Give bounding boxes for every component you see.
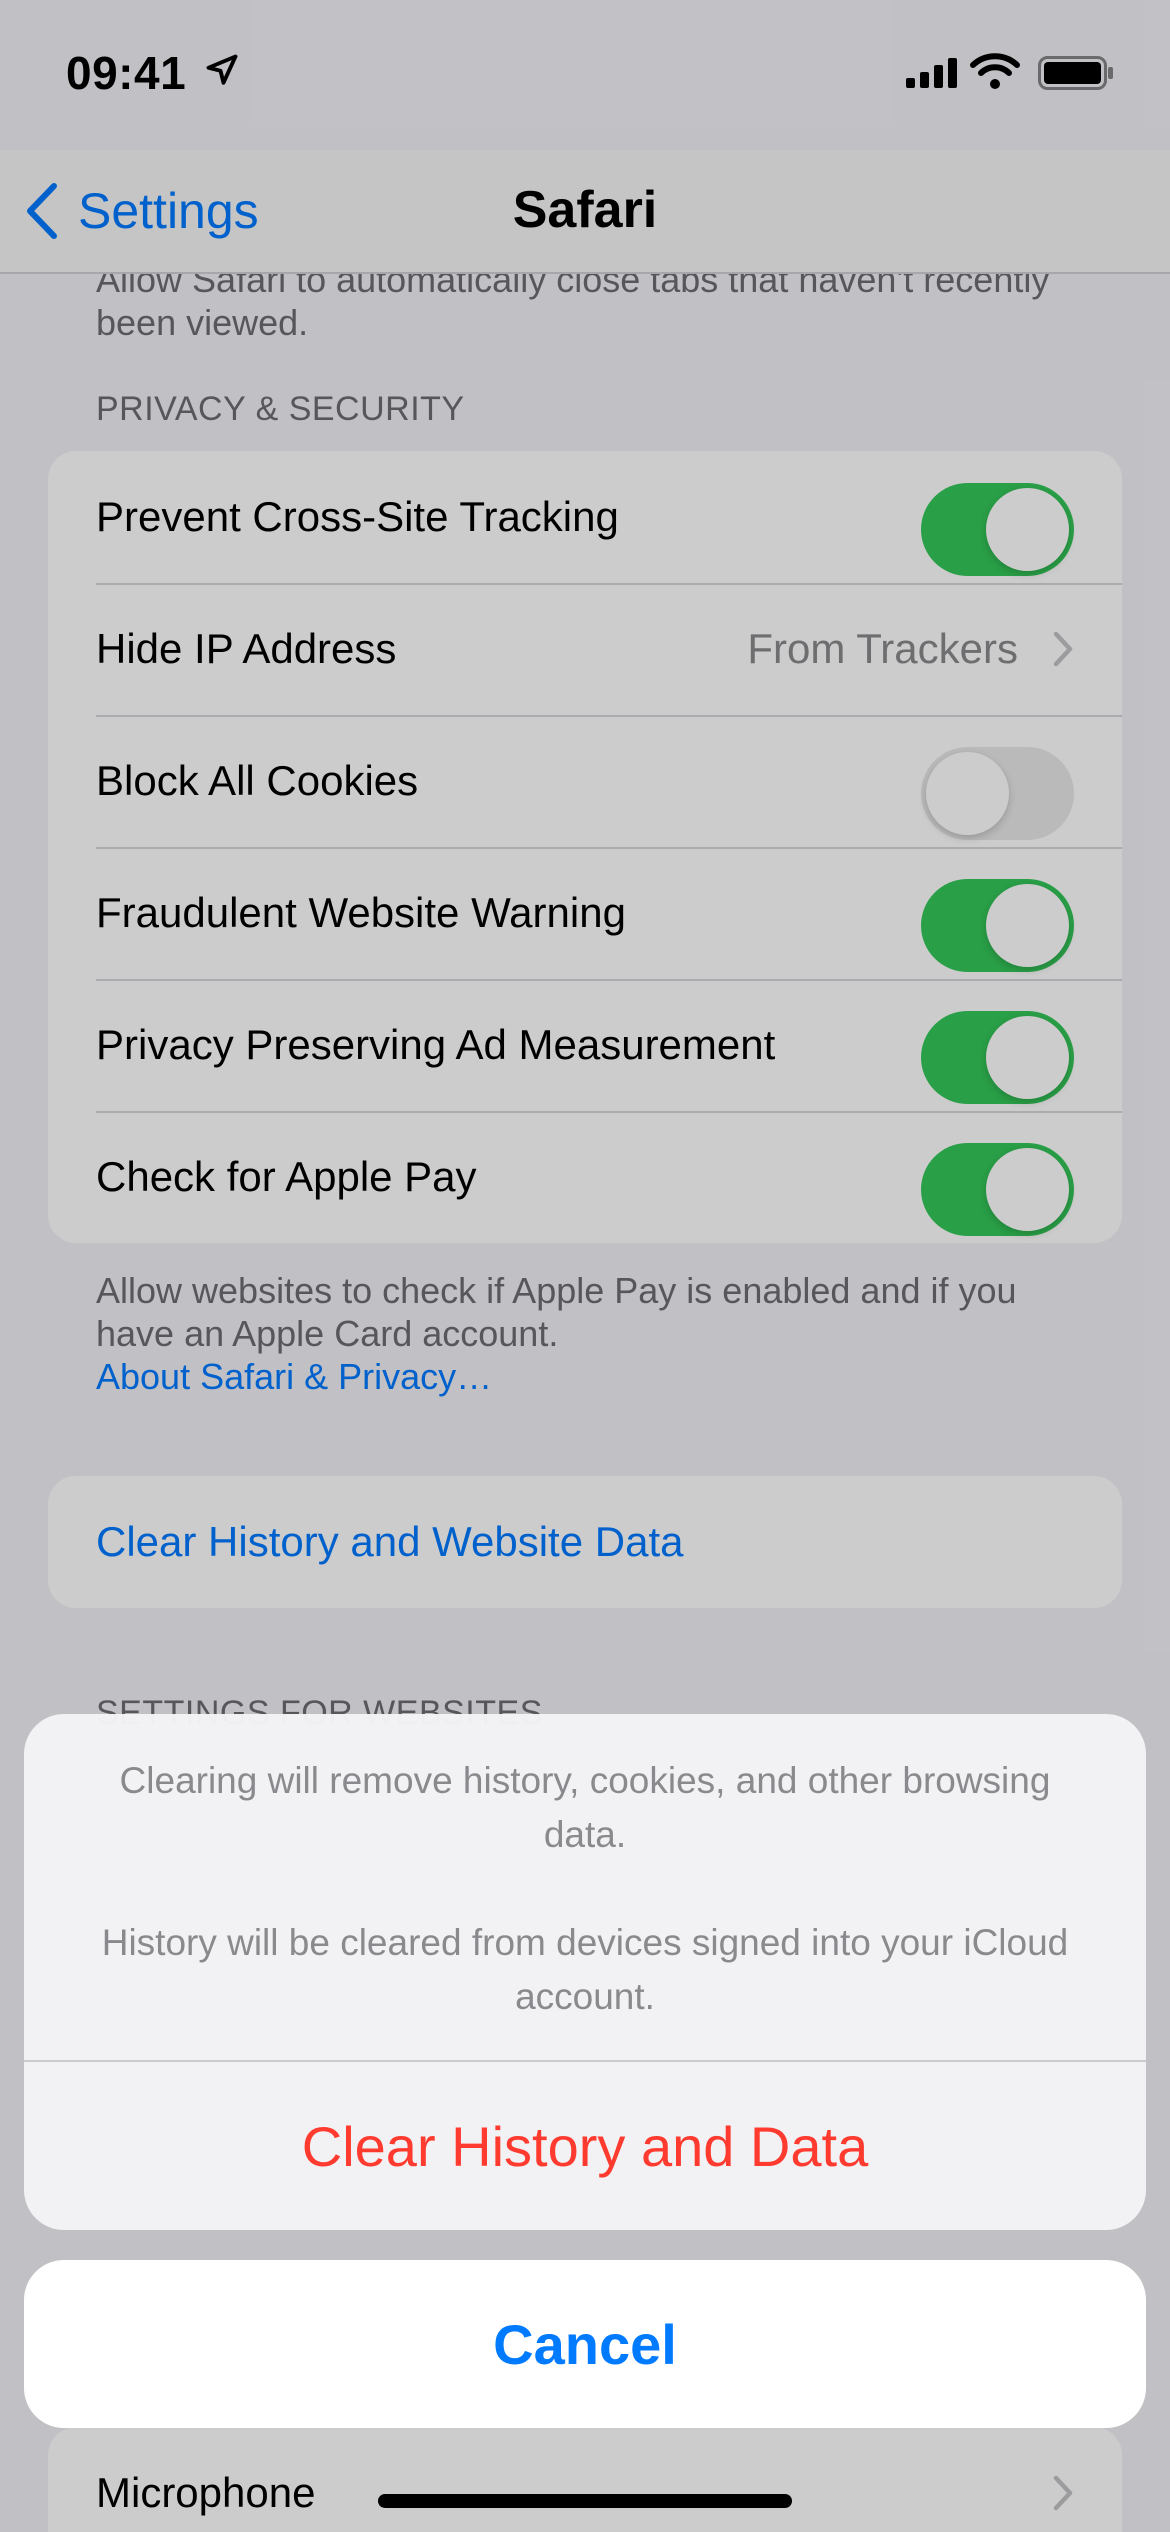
action-sheet-message-2: History will be cleared from devices sig… [101, 1922, 1069, 2017]
clear-history-and-data-button[interactable]: Clear History and Data [24, 2062, 1146, 2230]
safari-settings-screen: 09:41 Settings Safari Allow Safari to au… [0, 0, 1170, 2532]
action-sheet-message-1: Clearing will remove history, cookies, a… [119, 1760, 1051, 1855]
action-sheet: Clearing will remove history, cookies, a… [24, 1714, 1146, 2230]
action-sheet-message: Clearing will remove history, cookies, a… [24, 1714, 1146, 2060]
home-indicator[interactable] [378, 2494, 792, 2508]
cancel-button[interactable]: Cancel [24, 2260, 1146, 2428]
